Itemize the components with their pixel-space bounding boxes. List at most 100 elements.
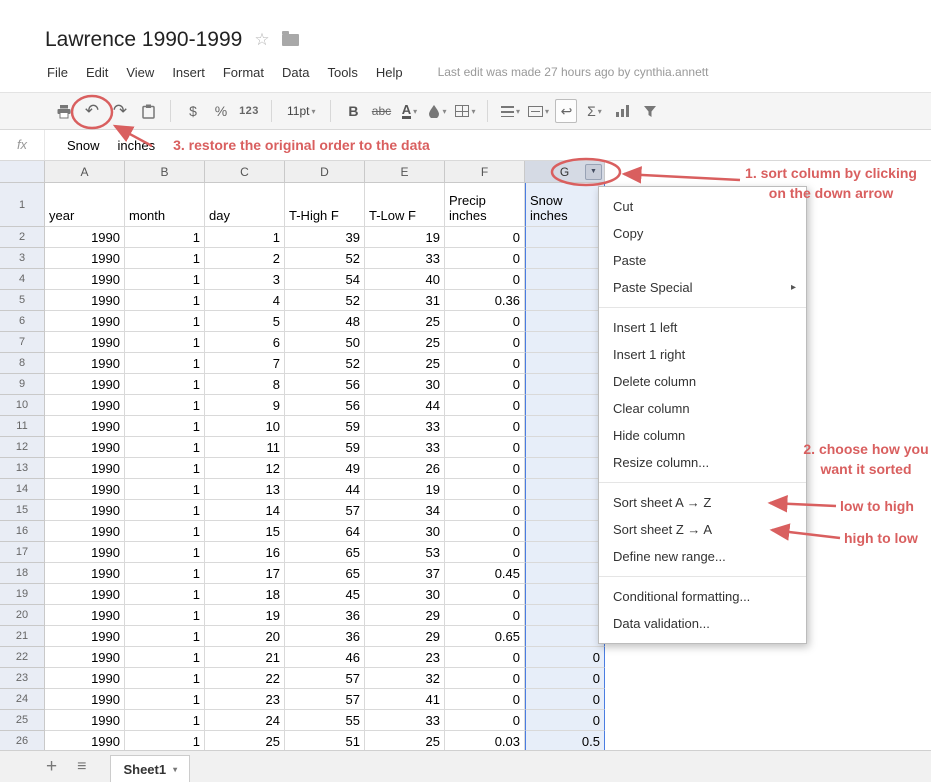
row-header-24[interactable]: 24 bbox=[0, 689, 45, 710]
cell-B10[interactable]: 1 bbox=[125, 395, 205, 416]
cell-D23[interactable]: 57 bbox=[285, 668, 365, 689]
cell-C2[interactable]: 1 bbox=[205, 227, 285, 248]
cell-B21[interactable]: 1 bbox=[125, 626, 205, 647]
context-menu-item-paste[interactable]: Paste bbox=[599, 247, 806, 274]
cell-D4[interactable]: 54 bbox=[285, 269, 365, 290]
cell-A11[interactable]: 1990 bbox=[45, 416, 125, 437]
cell-C4[interactable]: 3 bbox=[205, 269, 285, 290]
percent-format-icon[interactable]: % bbox=[210, 99, 232, 123]
cell-C1[interactable]: day bbox=[205, 183, 285, 227]
cell-G23[interactable]: 0 bbox=[525, 668, 605, 689]
cell-E17[interactable]: 53 bbox=[365, 542, 445, 563]
cell-A15[interactable]: 1990 bbox=[45, 500, 125, 521]
cell-E1[interactable]: T-Low F bbox=[365, 183, 445, 227]
cell-D20[interactable]: 36 bbox=[285, 605, 365, 626]
cell-G2[interactable] bbox=[525, 227, 605, 248]
cell-F20[interactable]: 0 bbox=[445, 605, 525, 626]
row-header-8[interactable]: 8 bbox=[0, 353, 45, 374]
cell-D13[interactable]: 49 bbox=[285, 458, 365, 479]
cell-E13[interactable]: 26 bbox=[365, 458, 445, 479]
cell-B9[interactable]: 1 bbox=[125, 374, 205, 395]
cell-B4[interactable]: 1 bbox=[125, 269, 205, 290]
row-header-17[interactable]: 17 bbox=[0, 542, 45, 563]
cell-E5[interactable]: 31 bbox=[365, 290, 445, 311]
context-menu-item-conditional-formatting[interactable]: Conditional formatting... bbox=[599, 583, 806, 610]
row-header-14[interactable]: 14 bbox=[0, 479, 45, 500]
context-menu-item-insert-1-right[interactable]: Insert 1 right bbox=[599, 341, 806, 368]
cell-B22[interactable]: 1 bbox=[125, 647, 205, 668]
star-icon[interactable]: ☆ bbox=[254, 30, 269, 50]
cell-F12[interactable]: 0 bbox=[445, 437, 525, 458]
cell-F19[interactable]: 0 bbox=[445, 584, 525, 605]
cell-A19[interactable]: 1990 bbox=[45, 584, 125, 605]
cell-B5[interactable]: 1 bbox=[125, 290, 205, 311]
cell-C21[interactable]: 20 bbox=[205, 626, 285, 647]
cell-D15[interactable]: 57 bbox=[285, 500, 365, 521]
cell-A5[interactable]: 1990 bbox=[45, 290, 125, 311]
cell-A7[interactable]: 1990 bbox=[45, 332, 125, 353]
cell-G3[interactable] bbox=[525, 248, 605, 269]
cell-F10[interactable]: 0 bbox=[445, 395, 525, 416]
row-header-6[interactable]: 6 bbox=[0, 311, 45, 332]
context-menu-item-define-new-range[interactable]: Define new range... bbox=[599, 543, 806, 570]
cell-F13[interactable]: 0 bbox=[445, 458, 525, 479]
context-menu-item-copy[interactable]: Copy bbox=[599, 220, 806, 247]
cell-F14[interactable]: 0 bbox=[445, 479, 525, 500]
cell-D9[interactable]: 56 bbox=[285, 374, 365, 395]
row-header-1[interactable]: 1 bbox=[0, 183, 45, 227]
cell-B24[interactable]: 1 bbox=[125, 689, 205, 710]
cell-D3[interactable]: 52 bbox=[285, 248, 365, 269]
cell-B18[interactable]: 1 bbox=[125, 563, 205, 584]
cell-B20[interactable]: 1 bbox=[125, 605, 205, 626]
cell-G25[interactable]: 0 bbox=[525, 710, 605, 731]
cell-A4[interactable]: 1990 bbox=[45, 269, 125, 290]
context-menu-item-data-validation[interactable]: Data validation... bbox=[599, 610, 806, 637]
cell-F22[interactable]: 0 bbox=[445, 647, 525, 668]
cell-A17[interactable]: 1990 bbox=[45, 542, 125, 563]
cell-G5[interactable] bbox=[525, 290, 605, 311]
cell-C18[interactable]: 17 bbox=[205, 563, 285, 584]
row-header-13[interactable]: 13 bbox=[0, 458, 45, 479]
row-header-16[interactable]: 16 bbox=[0, 521, 45, 542]
cell-D21[interactable]: 36 bbox=[285, 626, 365, 647]
cell-C11[interactable]: 10 bbox=[205, 416, 285, 437]
cell-A21[interactable]: 1990 bbox=[45, 626, 125, 647]
context-menu-item-hide-column[interactable]: Hide column bbox=[599, 422, 806, 449]
text-color-icon[interactable]: A ▾ bbox=[398, 99, 420, 123]
row-header-5[interactable]: 5 bbox=[0, 290, 45, 311]
cell-E7[interactable]: 25 bbox=[365, 332, 445, 353]
cell-G21[interactable] bbox=[525, 626, 605, 647]
cell-G7[interactable] bbox=[525, 332, 605, 353]
strikethrough-icon[interactable]: abc bbox=[370, 99, 392, 123]
cell-B14[interactable]: 1 bbox=[125, 479, 205, 500]
menu-edit[interactable]: Edit bbox=[77, 63, 117, 82]
cell-F6[interactable]: 0 bbox=[445, 311, 525, 332]
chart-icon[interactable] bbox=[611, 99, 633, 123]
menu-file[interactable]: File bbox=[38, 63, 77, 82]
cell-C23[interactable]: 22 bbox=[205, 668, 285, 689]
column-header-C[interactable]: C bbox=[205, 161, 285, 183]
column-dropdown-icon[interactable]: ▼ bbox=[585, 164, 602, 180]
cell-C20[interactable]: 19 bbox=[205, 605, 285, 626]
row-header-15[interactable]: 15 bbox=[0, 500, 45, 521]
functions-icon[interactable]: Σ ▾ bbox=[583, 99, 605, 123]
column-header-G[interactable]: G ▼ bbox=[525, 161, 605, 183]
redo-icon[interactable]: ↷ bbox=[109, 99, 131, 123]
row-header-9[interactable]: 9 bbox=[0, 374, 45, 395]
cell-F21[interactable]: 0.65 bbox=[445, 626, 525, 647]
cell-A2[interactable]: 1990 bbox=[45, 227, 125, 248]
row-header-4[interactable]: 4 bbox=[0, 269, 45, 290]
menu-help[interactable]: Help bbox=[367, 63, 412, 82]
cell-E9[interactable]: 30 bbox=[365, 374, 445, 395]
cell-C25[interactable]: 24 bbox=[205, 710, 285, 731]
cell-D12[interactable]: 59 bbox=[285, 437, 365, 458]
cell-C8[interactable]: 7 bbox=[205, 353, 285, 374]
cell-E15[interactable]: 34 bbox=[365, 500, 445, 521]
row-header-10[interactable]: 10 bbox=[0, 395, 45, 416]
cell-G13[interactable] bbox=[525, 458, 605, 479]
row-header-22[interactable]: 22 bbox=[0, 647, 45, 668]
cell-A22[interactable]: 1990 bbox=[45, 647, 125, 668]
cell-E11[interactable]: 33 bbox=[365, 416, 445, 437]
cell-A18[interactable]: 1990 bbox=[45, 563, 125, 584]
cell-E4[interactable]: 40 bbox=[365, 269, 445, 290]
